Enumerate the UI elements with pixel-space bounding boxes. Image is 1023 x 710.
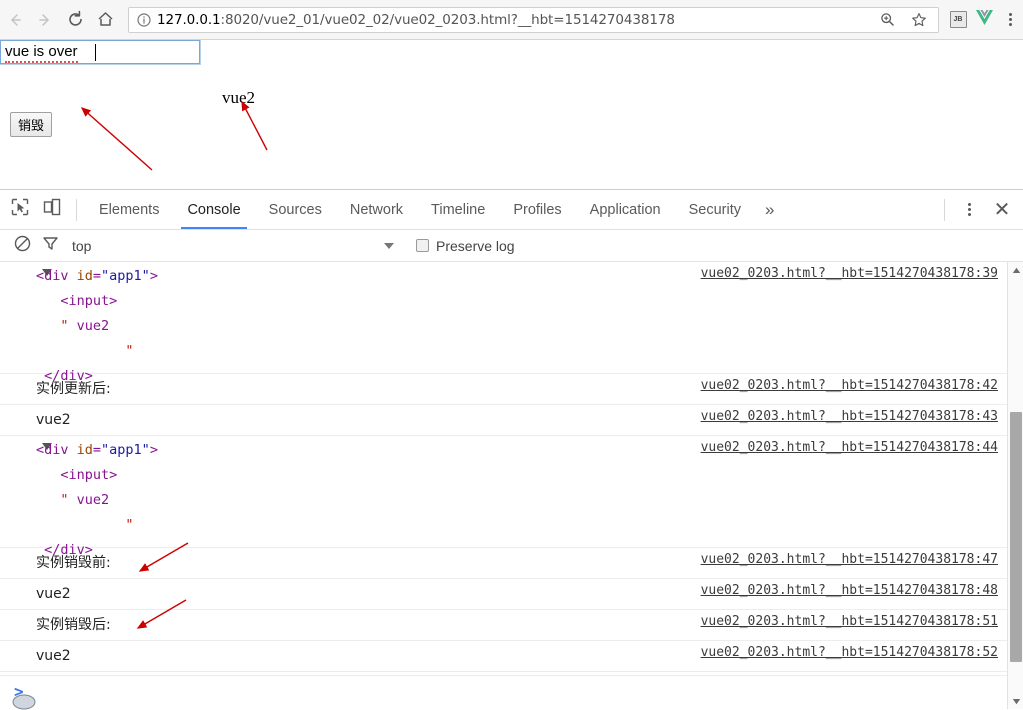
tab-timeline[interactable]: Timeline [417, 190, 499, 229]
console-message[interactable]: 实例销毁后: vue02_0203.html?__hbt=15142704381… [0, 610, 1023, 641]
vue-message-input[interactable]: vue is over [0, 40, 201, 65]
omnibox-right-icons [866, 7, 932, 33]
zoom-magnifier-icon[interactable] [874, 7, 900, 33]
forward-button[interactable] [30, 5, 60, 35]
tab-sources[interactable]: Sources [255, 190, 336, 229]
arrow-right-icon [36, 11, 54, 29]
devtools-toolbar-right: ✕ [936, 195, 1019, 225]
console-source-link[interactable]: vue02_0203.html?__hbt=1514270438178:47 [701, 552, 998, 567]
home-icon [96, 10, 115, 29]
scroll-down-arrow-icon[interactable] [1008, 693, 1023, 709]
device-toolbar-button[interactable] [36, 195, 68, 225]
star-icon[interactable] [906, 7, 932, 33]
console-message[interactable]: <div id="app1"> <input> " vue2 " </div> … [0, 262, 1023, 384]
tab-elements[interactable]: Elements [85, 190, 173, 229]
url-path: :8020/vue2_01/vue02_02/vue02_0203.html?_… [220, 11, 675, 28]
device-toolbar-icon [42, 197, 62, 222]
devtools-panel: Elements Console Sources Network Timelin… [0, 189, 1023, 709]
text-caret [95, 44, 96, 61]
page-viewport: vue is over vue2 销毁 [0, 40, 1023, 189]
address-bar-url: 127.0.0.1:8020/vue2_01/vue02_02/vue02_02… [157, 12, 675, 28]
tab-console[interactable]: Console [173, 190, 254, 229]
jetbrains-extension-icon: JB [949, 11, 967, 28]
tab-application[interactable]: Application [576, 190, 675, 229]
vue-output-text: vue2 [222, 88, 256, 107]
filter-console-button[interactable] [36, 232, 64, 260]
console-source-link[interactable]: vue02_0203.html?__hbt=1514270438178:39 [701, 266, 998, 281]
console-scrollbar[interactable] [1007, 262, 1023, 709]
console-message[interactable]: <div id="app1"> <input> " vue2 " </div> … [0, 436, 1023, 558]
console-message[interactable]: vue2 vue02_0203.html?__hbt=1514270438178… [0, 579, 1023, 610]
chevron-down-icon [384, 242, 394, 249]
toolbar-divider [76, 198, 77, 221]
console-source-link[interactable]: vue02_0203.html?__hbt=1514270438178:44 [701, 440, 998, 455]
console-message-list: <div id="app1"> <input> " vue2 " </div> … [0, 262, 1023, 709]
console-source-link[interactable]: vue02_0203.html?__hbt=1514270438178:48 [701, 583, 998, 598]
home-button[interactable] [90, 5, 120, 35]
tab-network[interactable]: Network [336, 190, 417, 229]
console-source-link[interactable]: vue02_0203.html?__hbt=1514270438178:51 [701, 614, 998, 629]
tab-security[interactable]: Security [675, 190, 755, 229]
annotation-arrow-input [80, 107, 153, 171]
console-filter-bar: top Preserve log [0, 230, 1023, 262]
more-tabs-button[interactable]: » [755, 190, 784, 229]
console-message[interactable]: vue2 vue02_0203.html?__hbt=1514270438178… [0, 641, 1023, 672]
console-message[interactable]: 实例更新后: vue02_0203.html?__hbt=15142704381… [0, 374, 1023, 405]
preserve-log-label: Preserve log [436, 237, 515, 254]
execution-context-value: top [72, 237, 92, 254]
clear-console-button[interactable] [8, 232, 36, 260]
console-source-link[interactable]: vue02_0203.html?__hbt=1514270438178:43 [701, 409, 998, 424]
devtools-tab-list: Elements Console Sources Network Timelin… [85, 190, 784, 229]
kebab-menu-icon [967, 203, 971, 216]
console-prompt-row[interactable]: > [0, 675, 1023, 709]
inspect-element-icon [10, 197, 30, 222]
execution-context-select[interactable]: top [64, 238, 394, 254]
console-source-link[interactable]: vue02_0203.html?__hbt=1514270438178:42 [701, 378, 998, 393]
extension-vue-devtools-button[interactable] [971, 7, 997, 33]
back-button[interactable] [0, 5, 30, 35]
preserve-log-checkbox[interactable] [416, 239, 429, 252]
inspect-element-button[interactable] [4, 195, 36, 225]
browser-menu-button[interactable] [997, 7, 1023, 33]
console-message[interactable]: 实例销毁前: vue02_0203.html?__hbt=15142704381… [0, 548, 1023, 579]
arrow-left-icon [6, 11, 24, 29]
devtools-toolbar: Elements Console Sources Network Timelin… [0, 190, 1023, 230]
scrollbar-thumb[interactable] [1010, 412, 1022, 662]
address-bar[interactable]: 127.0.0.1:8020/vue2_01/vue02_02/vue02_02… [128, 6, 939, 33]
scroll-up-arrow-icon[interactable] [1008, 262, 1023, 278]
reload-button[interactable] [60, 5, 90, 35]
clear-console-icon [14, 235, 31, 257]
vue-message-input-value: vue is over [5, 43, 78, 63]
console-dom-snippet: <div id="app1"> <input> " vue2 " </div> [36, 442, 158, 558]
kebab-menu-icon [1008, 13, 1012, 26]
devtools-close-button[interactable]: ✕ [985, 195, 1019, 225]
browser-toolbar: 127.0.0.1:8020/vue2_01/vue02_02/vue02_02… [0, 0, 1023, 40]
url-host: 127.0.0.1 [157, 11, 221, 28]
tab-profiles[interactable]: Profiles [499, 190, 575, 229]
console-dom-snippet: <div id="app1"> <input> " vue2 " </div> [36, 268, 158, 384]
destroy-button[interactable]: 销毁 [10, 112, 53, 137]
toolbar-divider-right [944, 198, 945, 221]
reload-icon [66, 10, 85, 29]
console-source-link[interactable]: vue02_0203.html?__hbt=1514270438178:52 [701, 645, 998, 660]
mouse-cursor [12, 694, 36, 710]
extension-jetbrains-button[interactable]: JB [945, 7, 971, 33]
page-info-icon[interactable] [135, 11, 153, 29]
vue-devtools-icon [975, 9, 994, 31]
devtools-settings-button[interactable] [953, 195, 985, 225]
console-message[interactable]: vue2 vue02_0203.html?__hbt=1514270438178… [0, 405, 1023, 436]
filter-funnel-icon [42, 235, 59, 257]
preserve-log-toggle[interactable]: Preserve log [416, 238, 515, 254]
